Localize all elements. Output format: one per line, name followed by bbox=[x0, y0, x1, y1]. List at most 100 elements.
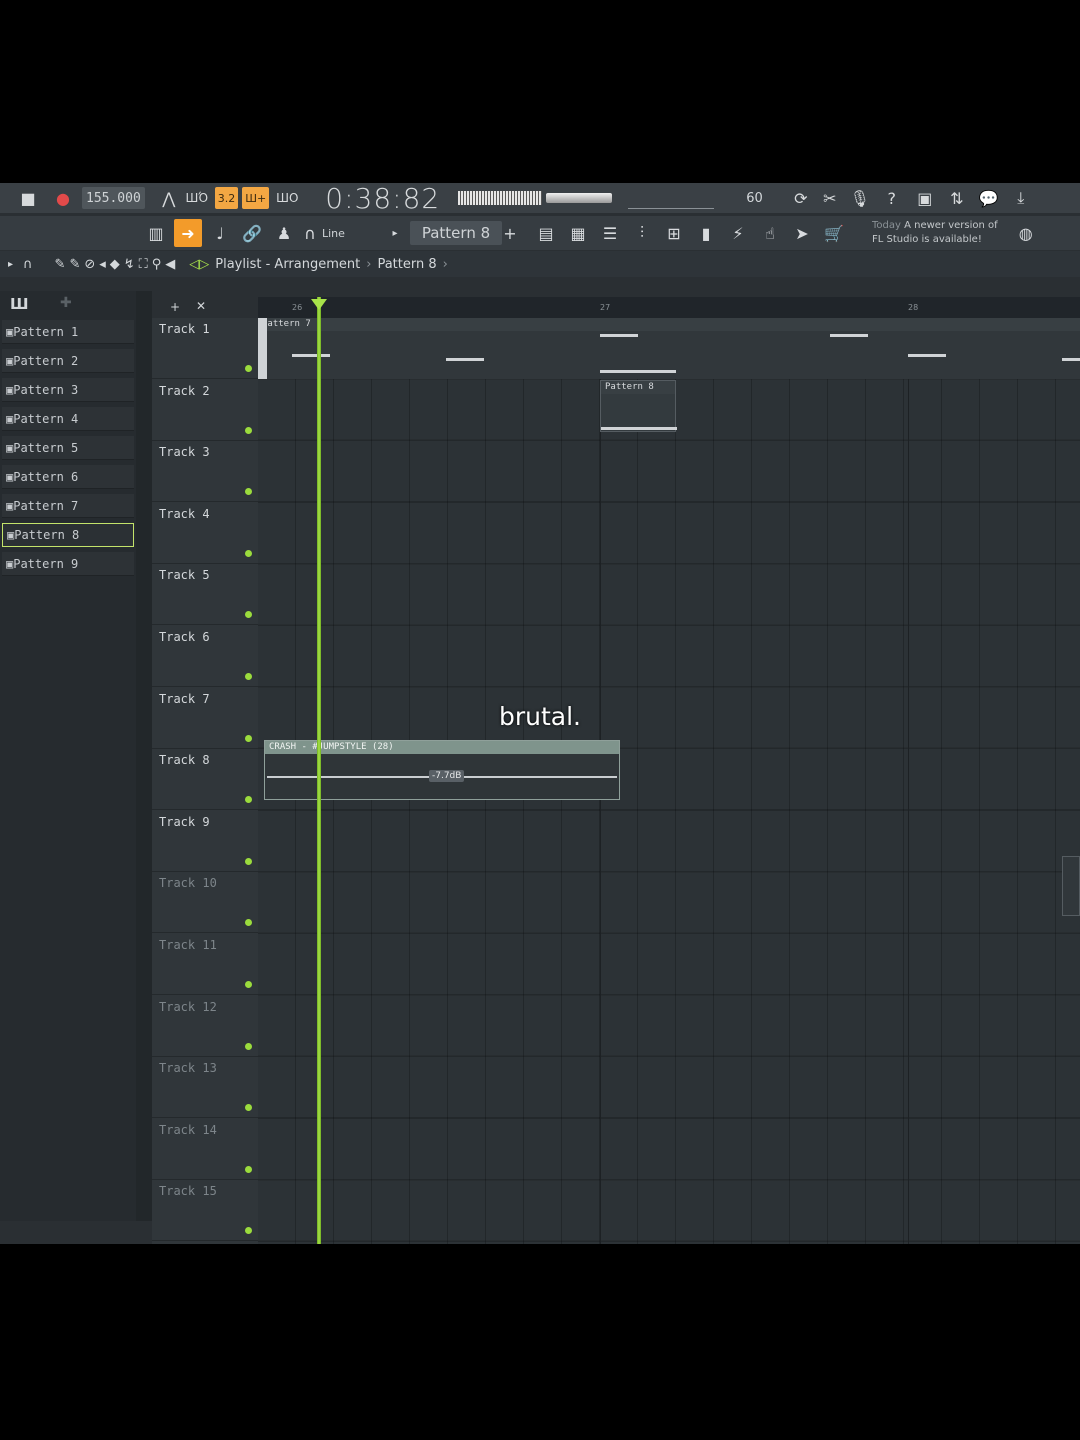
step-edit-toggle[interactable]: Ш+ bbox=[242, 187, 270, 209]
track-enable-led[interactable] bbox=[245, 673, 252, 680]
bar-number: 28 bbox=[908, 303, 919, 312]
track-enable-led[interactable] bbox=[245, 1042, 252, 1050]
track-enable-led[interactable] bbox=[245, 1165, 252, 1173]
track-enable-led[interactable] bbox=[245, 857, 252, 865]
pattern-item[interactable]: ▣ Pattern 7 bbox=[2, 494, 134, 518]
picker-scrollbar[interactable] bbox=[136, 291, 152, 1221]
arrow-right-icon[interactable]: ▸ bbox=[388, 219, 402, 247]
pattern-item[interactable]: ▣ Pattern 2 bbox=[2, 349, 134, 373]
snap-selector[interactable]: Line bbox=[318, 227, 378, 240]
track-enable-led[interactable] bbox=[245, 734, 252, 742]
track-header[interactable]: Track 16 bbox=[152, 1242, 258, 1244]
track-header[interactable]: Track 3 bbox=[152, 441, 258, 503]
wait-icon[interactable]: ШΌ bbox=[183, 186, 211, 210]
playhead[interactable] bbox=[317, 297, 321, 1244]
download-icon[interactable]: ⤓ bbox=[1005, 186, 1037, 210]
link-icon[interactable]: 🔗 bbox=[238, 219, 266, 247]
magnet-small-icon[interactable]: ∩ bbox=[23, 257, 33, 272]
track-header[interactable]: Track 12 bbox=[152, 996, 258, 1057]
draw-icon[interactable]: ♩ bbox=[206, 219, 234, 247]
track-header[interactable]: Track 15 bbox=[152, 1180, 258, 1242]
pattern-item[interactable]: ▣ Pattern 1 bbox=[2, 320, 134, 344]
track-enable-led[interactable] bbox=[245, 796, 252, 804]
pattern-8-clip[interactable]: Pattern 8 bbox=[600, 380, 677, 432]
track-header[interactable]: Track 1 bbox=[152, 318, 258, 379]
remove-icon[interactable]: ✕ bbox=[196, 299, 206, 313]
shop-icon[interactable]: 🛒 bbox=[820, 219, 848, 247]
track-header[interactable]: Track 14 bbox=[152, 1119, 258, 1180]
channel-rack-icon[interactable]: ☰ bbox=[596, 219, 624, 247]
track-enable-led[interactable] bbox=[245, 1227, 252, 1235]
track-header[interactable]: Track 8 bbox=[152, 749, 258, 811]
playlist-arrow-icon[interactable]: ◁▷ bbox=[189, 257, 209, 272]
browser-icon[interactable]: ⊞ bbox=[660, 219, 688, 247]
save-icon[interactable]: ▣ bbox=[909, 186, 941, 210]
track-enable-led[interactable] bbox=[245, 981, 252, 988]
stop-button[interactable]: ■ bbox=[18, 186, 38, 210]
undo-icon[interactable]: ⟳ bbox=[787, 186, 815, 210]
step-sequencer-icon[interactable]: ▦ bbox=[564, 219, 592, 247]
news-panel[interactable]: Today A newer version of FL Studio is av… bbox=[872, 219, 998, 247]
track-enable-led[interactable] bbox=[245, 488, 252, 496]
pattern-7-clip[interactable]: Pattern 7 bbox=[258, 318, 1080, 379]
piano-keys-icon[interactable]: ▥ bbox=[142, 219, 170, 247]
track-header[interactable]: Track 13 bbox=[152, 1057, 258, 1119]
pattern-item[interactable]: ▣ Pattern 5 bbox=[2, 436, 134, 460]
playlist-icon[interactable]: ▤ bbox=[532, 219, 560, 247]
timeline-ruler[interactable]: 26 27 28 bbox=[258, 297, 1080, 318]
partial-clip[interactable] bbox=[1062, 856, 1080, 916]
pattern-item[interactable]: ▣ Pattern 6 bbox=[2, 465, 134, 489]
chat-icon[interactable]: 💬 bbox=[973, 186, 1005, 210]
stamp-icon[interactable]: ♟ bbox=[270, 219, 298, 247]
picker-audio-icon[interactable]: ✚ bbox=[60, 295, 72, 311]
plugin-icon[interactable]: ⚡ bbox=[724, 219, 752, 247]
song-time-display[interactable]: 0:38:82 bbox=[325, 183, 440, 215]
menu-arrow-icon[interactable]: ▸ bbox=[8, 259, 13, 270]
pattern-item[interactable]: ▣ Pattern 3 bbox=[2, 378, 134, 402]
tool-icons[interactable]: ✎✎⊘◂◆↯⛶⚲◀ bbox=[55, 257, 180, 272]
snap-arrow-icon[interactable]: ➜ bbox=[174, 219, 202, 247]
track-enable-led[interactable] bbox=[245, 919, 252, 927]
track-label: Track 10 bbox=[159, 876, 217, 891]
pattern-item-label: Pattern 3 bbox=[13, 382, 79, 397]
track-enable-led[interactable] bbox=[245, 1104, 252, 1112]
add-track-icon[interactable]: + bbox=[170, 300, 180, 314]
render-icon[interactable]: ⇅ bbox=[941, 186, 973, 210]
touch-icon[interactable]: ☝ bbox=[756, 219, 784, 247]
note bbox=[446, 358, 484, 361]
playhead-marker[interactable] bbox=[311, 299, 327, 310]
pattern-item[interactable]: ▣ Pattern 8 bbox=[2, 523, 134, 547]
track-enable-led[interactable] bbox=[245, 365, 252, 372]
toolbar: ▥ ➜ ♩ 🔗 ♟ ∩ Line ▸ Pattern 8 + ▤ ▦ ☰ ⫶ ⊞… bbox=[0, 216, 1080, 250]
track-header[interactable]: Track 2 bbox=[152, 380, 258, 441]
metronome-icon[interactable]: ⋀ bbox=[155, 186, 183, 210]
pattern-item[interactable]: ▣ Pattern 4 bbox=[2, 407, 134, 431]
clip-start-marker bbox=[258, 318, 267, 379]
send-icon[interactable]: ➤ bbox=[788, 219, 816, 247]
track-enable-led[interactable] bbox=[245, 426, 252, 434]
picker-piano-icon[interactable]: Ш bbox=[10, 295, 29, 313]
cut-icon[interactable]: ✂ bbox=[815, 186, 845, 210]
track-header[interactable]: Track 5 bbox=[152, 564, 258, 626]
track-header[interactable]: Track 9 bbox=[152, 811, 258, 872]
track-header[interactable]: Track 11 bbox=[152, 934, 258, 995]
loop-record-icon[interactable]: ШО bbox=[273, 186, 301, 210]
mixer-icon[interactable]: ⫶ bbox=[628, 219, 656, 247]
add-pattern-icon[interactable]: + bbox=[502, 219, 518, 247]
pattern-item[interactable]: ▣ Pattern 9 bbox=[2, 552, 134, 576]
track-enable-led[interactable] bbox=[245, 549, 252, 557]
tempo-display[interactable]: 155.000 bbox=[82, 187, 145, 209]
help-icon[interactable]: ? bbox=[875, 186, 909, 210]
track-header[interactable]: Track 4 bbox=[152, 503, 258, 564]
magnet-icon[interactable]: ∩ bbox=[302, 219, 318, 247]
clipboard-icon[interactable]: ▮ bbox=[692, 219, 720, 247]
globe-icon[interactable]: ◍ bbox=[1012, 219, 1040, 247]
countdown-toggle[interactable]: 3.2 bbox=[214, 187, 239, 209]
record-button[interactable]: ● bbox=[50, 186, 76, 210]
track-enable-led[interactable] bbox=[245, 611, 252, 619]
microphone-icon[interactable]: 🎙 bbox=[845, 186, 875, 210]
track-header[interactable]: Track 10 bbox=[152, 872, 258, 934]
track-header[interactable]: Track 6 bbox=[152, 626, 258, 687]
pattern-selector[interactable]: Pattern 8 bbox=[410, 221, 502, 245]
playlist-grid[interactable]: Pattern 7 Pattern 8 CRASH - #JUMPSTYLE (… bbox=[258, 318, 1080, 1244]
